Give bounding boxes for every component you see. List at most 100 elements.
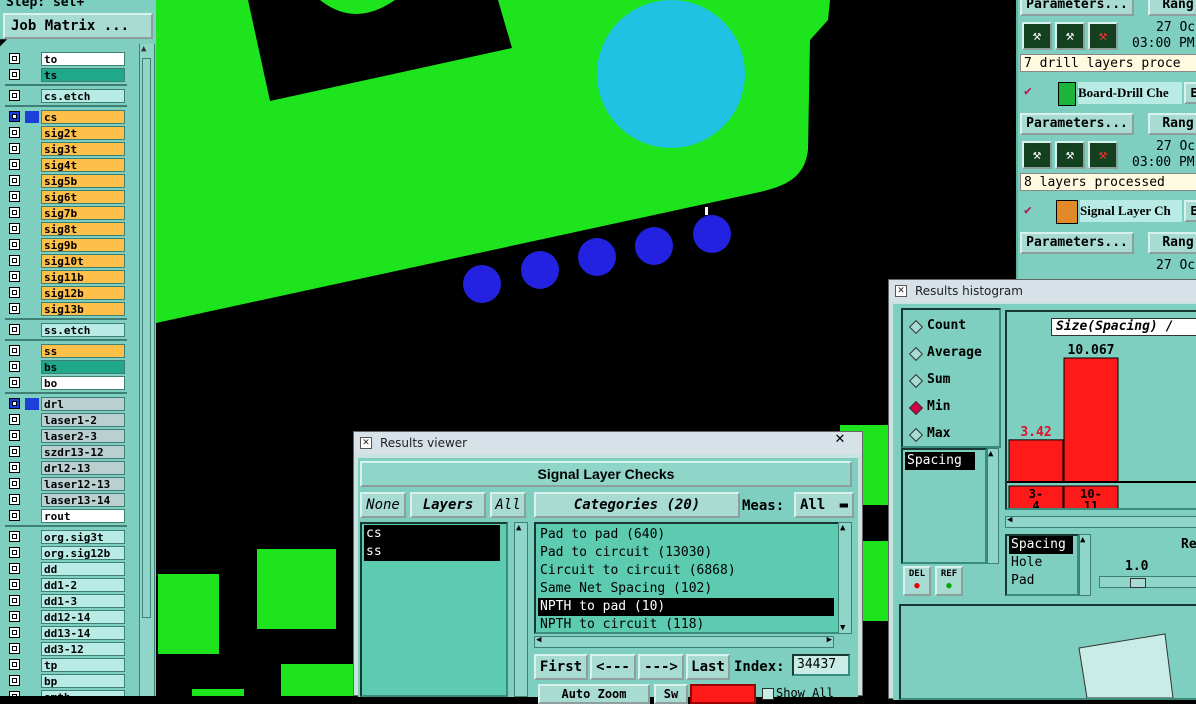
layer-checkbox[interactable] bbox=[9, 90, 20, 101]
layer-list-scrollbar[interactable]: ▲ bbox=[139, 44, 155, 696]
layer-name[interactable]: szdr13-12 bbox=[41, 445, 125, 459]
layer-name[interactable]: dd12-14 bbox=[41, 610, 125, 624]
layer-name[interactable]: drl bbox=[41, 397, 125, 411]
layer-checkbox[interactable] bbox=[9, 143, 20, 154]
layer-name[interactable]: rout bbox=[41, 509, 125, 523]
layer-name[interactable]: laser2-3 bbox=[41, 429, 125, 443]
run-check-icon[interactable]: ⚒ bbox=[1022, 22, 1052, 50]
layer-checkbox[interactable] bbox=[9, 127, 20, 138]
layer-checkbox[interactable] bbox=[9, 207, 20, 218]
check-e-button[interactable]: E bbox=[1184, 200, 1196, 222]
layer-checkbox[interactable] bbox=[9, 287, 20, 298]
attribute-item[interactable]: Spacing bbox=[1009, 536, 1073, 554]
layer-checkbox[interactable] bbox=[9, 159, 20, 170]
check-e-button[interactable]: E bbox=[1184, 82, 1196, 104]
layer-name[interactable]: bo bbox=[41, 376, 125, 390]
meas-select[interactable]: All ▬ bbox=[794, 492, 854, 518]
radio-sum[interactable] bbox=[908, 373, 924, 389]
layer-checkbox[interactable] bbox=[9, 111, 20, 122]
auto-zoom-select[interactable]: Auto Zoom bbox=[538, 684, 650, 704]
attribute-list[interactable]: Spacing Hole Pad bbox=[1005, 534, 1079, 596]
layer-name[interactable]: laser12-13 bbox=[41, 477, 125, 491]
layer-checkbox[interactable] bbox=[9, 271, 20, 282]
layer-row[interactable]: sig13b bbox=[6, 302, 126, 316]
enable-checkbox[interactable]: ✔ bbox=[1024, 84, 1032, 99]
chart-hscrollbar[interactable]: ◀ bbox=[1005, 515, 1196, 528]
layer-row[interactable]: cs bbox=[6, 110, 126, 124]
radio-max[interactable] bbox=[908, 427, 924, 443]
categories-list[interactable]: Pad to pad (640) Pad to circuit (13030) … bbox=[534, 522, 846, 634]
layer-name[interactable]: sig6t bbox=[41, 190, 125, 204]
layer-checkbox[interactable] bbox=[9, 494, 20, 505]
attribute-scrollbar[interactable]: ▲ bbox=[1079, 534, 1091, 596]
highlight-color-button[interactable] bbox=[690, 684, 756, 704]
scroll-down-arrow-icon[interactable]: ▼ bbox=[840, 623, 845, 633]
index-input[interactable]: 34437 bbox=[792, 654, 850, 676]
layer-row[interactable]: dd bbox=[6, 562, 126, 576]
layer-row[interactable]: sig4t bbox=[6, 158, 126, 172]
layer-checkbox[interactable] bbox=[9, 398, 20, 409]
attribute-item[interactable]: Hole bbox=[1009, 554, 1073, 572]
del-button[interactable]: DEL ● bbox=[903, 566, 931, 596]
layer-checkbox[interactable] bbox=[9, 303, 20, 314]
layer-row[interactable]: smth bbox=[6, 690, 126, 696]
layer-row[interactable]: sig6t bbox=[6, 190, 126, 204]
layer-row[interactable]: laser2-3 bbox=[6, 429, 126, 443]
histogram-chart-area[interactable]: Size(Spacing) / 3.42 3- 4 10.067 10- 11 bbox=[1005, 310, 1196, 510]
filter-list[interactable]: Spacing bbox=[901, 448, 987, 564]
layer-checkbox[interactable] bbox=[9, 223, 20, 234]
layer-checkbox[interactable] bbox=[9, 324, 20, 335]
layer-checkbox[interactable] bbox=[9, 430, 20, 441]
histogram-bar[interactable] bbox=[1063, 357, 1119, 483]
layer-checkbox[interactable] bbox=[9, 239, 20, 250]
layer-row[interactable]: laser1-2 bbox=[6, 413, 126, 427]
layer-list-item[interactable]: cs bbox=[364, 525, 500, 543]
first-button[interactable]: First bbox=[534, 654, 588, 680]
layer-name[interactable]: org.sig12b bbox=[41, 546, 125, 560]
layer-checkbox[interactable] bbox=[9, 547, 20, 558]
layer-name[interactable]: bs bbox=[41, 360, 125, 374]
layer-name[interactable]: ss bbox=[41, 344, 125, 358]
layer-list-item[interactable]: ss bbox=[364, 543, 500, 561]
layer-checkbox[interactable] bbox=[9, 563, 20, 574]
radio-average[interactable] bbox=[908, 346, 924, 362]
scroll-up-arrow-icon[interactable]: ▲ bbox=[141, 44, 146, 54]
layer-name[interactable]: sig5b bbox=[41, 174, 125, 188]
layer-row[interactable]: sig10t bbox=[6, 254, 126, 268]
layer-row[interactable]: ss bbox=[6, 344, 126, 358]
scroll-up-arrow-icon[interactable]: ▲ bbox=[988, 449, 993, 459]
layer-checkbox[interactable] bbox=[9, 255, 20, 266]
layer-name[interactable]: dd1-3 bbox=[41, 594, 125, 608]
layer-row[interactable]: to bbox=[6, 52, 126, 66]
layer-name[interactable]: org.sig3t bbox=[41, 530, 125, 544]
layer-row[interactable]: drl bbox=[6, 397, 126, 411]
categories-hscrollbar[interactable]: ◀ ▶ bbox=[534, 635, 834, 648]
layer-name[interactable]: sig2t bbox=[41, 126, 125, 140]
layer-checkbox[interactable] bbox=[9, 643, 20, 654]
layer-name[interactable]: cs bbox=[41, 110, 125, 124]
layer-row[interactable]: sig12b bbox=[6, 286, 126, 300]
category-item-selected[interactable]: NPTH to pad (10) bbox=[538, 598, 834, 616]
range-button[interactable]: Rang bbox=[1148, 0, 1196, 16]
layer-checkbox[interactable] bbox=[9, 446, 20, 457]
layer-row[interactable]: org.sig3t bbox=[6, 530, 126, 544]
layer-checkbox[interactable] bbox=[9, 462, 20, 473]
layer-row[interactable]: dd1-3 bbox=[6, 594, 126, 608]
layer-color-swatch[interactable] bbox=[25, 111, 39, 123]
layer-name[interactable]: sig11b bbox=[41, 270, 125, 284]
layer-checkbox[interactable] bbox=[9, 175, 20, 186]
layer-color-swatch[interactable] bbox=[25, 398, 39, 410]
layer-name[interactable]: sig4t bbox=[41, 158, 125, 172]
prev-button[interactable]: <--- bbox=[590, 654, 636, 680]
layer-name[interactable]: ts bbox=[41, 68, 125, 82]
layers-list-scrollbar[interactable]: ▲ bbox=[514, 522, 528, 697]
check-name[interactable]: Signal Layer Ch bbox=[1080, 200, 1182, 222]
layer-checkbox[interactable] bbox=[9, 691, 20, 696]
layer-checkbox[interactable] bbox=[9, 345, 20, 356]
layer-name[interactable]: dd1-2 bbox=[41, 578, 125, 592]
layer-checkbox[interactable] bbox=[9, 675, 20, 686]
layer-checkbox[interactable] bbox=[9, 478, 20, 489]
layer-checkbox[interactable] bbox=[9, 579, 20, 590]
layer-checkbox[interactable] bbox=[9, 595, 20, 606]
category-item[interactable]: Same Net Spacing (102) bbox=[538, 580, 834, 598]
